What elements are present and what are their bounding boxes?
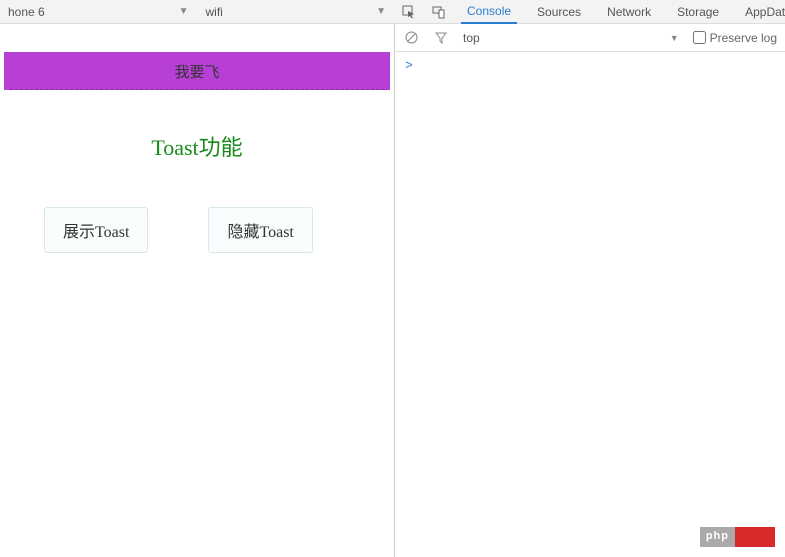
console-body[interactable]: > bbox=[395, 52, 785, 557]
devtools-pane: top ▼ Preserve log > bbox=[395, 24, 785, 557]
simulator-screen: 我要飞 Toast功能 展示Toast 隐藏Toast bbox=[4, 52, 390, 293]
context-select[interactable]: top bbox=[463, 31, 480, 45]
clear-console-icon[interactable] bbox=[403, 30, 419, 46]
tab-sources[interactable]: Sources bbox=[531, 1, 587, 23]
filter-icon[interactable] bbox=[433, 30, 449, 46]
tab-network[interactable]: Network bbox=[601, 1, 657, 23]
network-select[interactable]: wifi ▼ bbox=[198, 5, 395, 19]
watermark-text: php bbox=[700, 527, 735, 547]
button-row: 展示Toast 隐藏Toast bbox=[24, 207, 370, 253]
network-label: wifi bbox=[206, 5, 223, 19]
watermark-red bbox=[735, 527, 775, 547]
show-toast-button[interactable]: 展示Toast bbox=[44, 207, 148, 253]
console-toolbar: top ▼ Preserve log bbox=[395, 24, 785, 52]
inspect-icon[interactable] bbox=[401, 4, 417, 20]
chevron-down-icon: ▼ bbox=[179, 6, 189, 17]
context-label: top bbox=[463, 31, 480, 45]
console-prompt: > bbox=[405, 58, 413, 73]
simulator-toolbar: hone 6 ▼ wifi ▼ bbox=[0, 5, 395, 19]
hide-toast-button[interactable]: 隐藏Toast bbox=[208, 207, 312, 253]
chevron-down-icon: ▼ bbox=[376, 6, 386, 17]
watermark: php bbox=[700, 527, 775, 547]
chevron-down-icon: ▼ bbox=[670, 33, 679, 43]
device-select[interactable]: hone 6 ▼ bbox=[0, 5, 197, 19]
tab-appdata[interactable]: AppData bbox=[739, 1, 785, 23]
preserve-log-checkbox[interactable]: Preserve log bbox=[693, 31, 777, 45]
top-toolbar: hone 6 ▼ wifi ▼ Console Sources Network … bbox=[0, 0, 785, 24]
tab-storage[interactable]: Storage bbox=[671, 1, 725, 23]
main-area: 我要飞 Toast功能 展示Toast 隐藏Toast top ▼ bbox=[0, 24, 785, 557]
preserve-log-label: Preserve log bbox=[710, 31, 777, 45]
preserve-log-input[interactable] bbox=[693, 31, 706, 44]
simulator-pane: 我要飞 Toast功能 展示Toast 隐藏Toast bbox=[0, 24, 395, 557]
page-content: Toast功能 展示Toast 隐藏Toast bbox=[4, 90, 390, 293]
nav-bar: 我要飞 bbox=[4, 52, 390, 90]
devtools-tabs: Console Sources Network Storage AppData … bbox=[395, 0, 785, 24]
device-mode-icon[interactable] bbox=[431, 4, 447, 20]
device-label: hone 6 bbox=[8, 5, 45, 19]
tab-console[interactable]: Console bbox=[461, 0, 517, 24]
nav-title: 我要飞 bbox=[174, 61, 219, 82]
page-title: Toast功能 bbox=[24, 130, 370, 162]
